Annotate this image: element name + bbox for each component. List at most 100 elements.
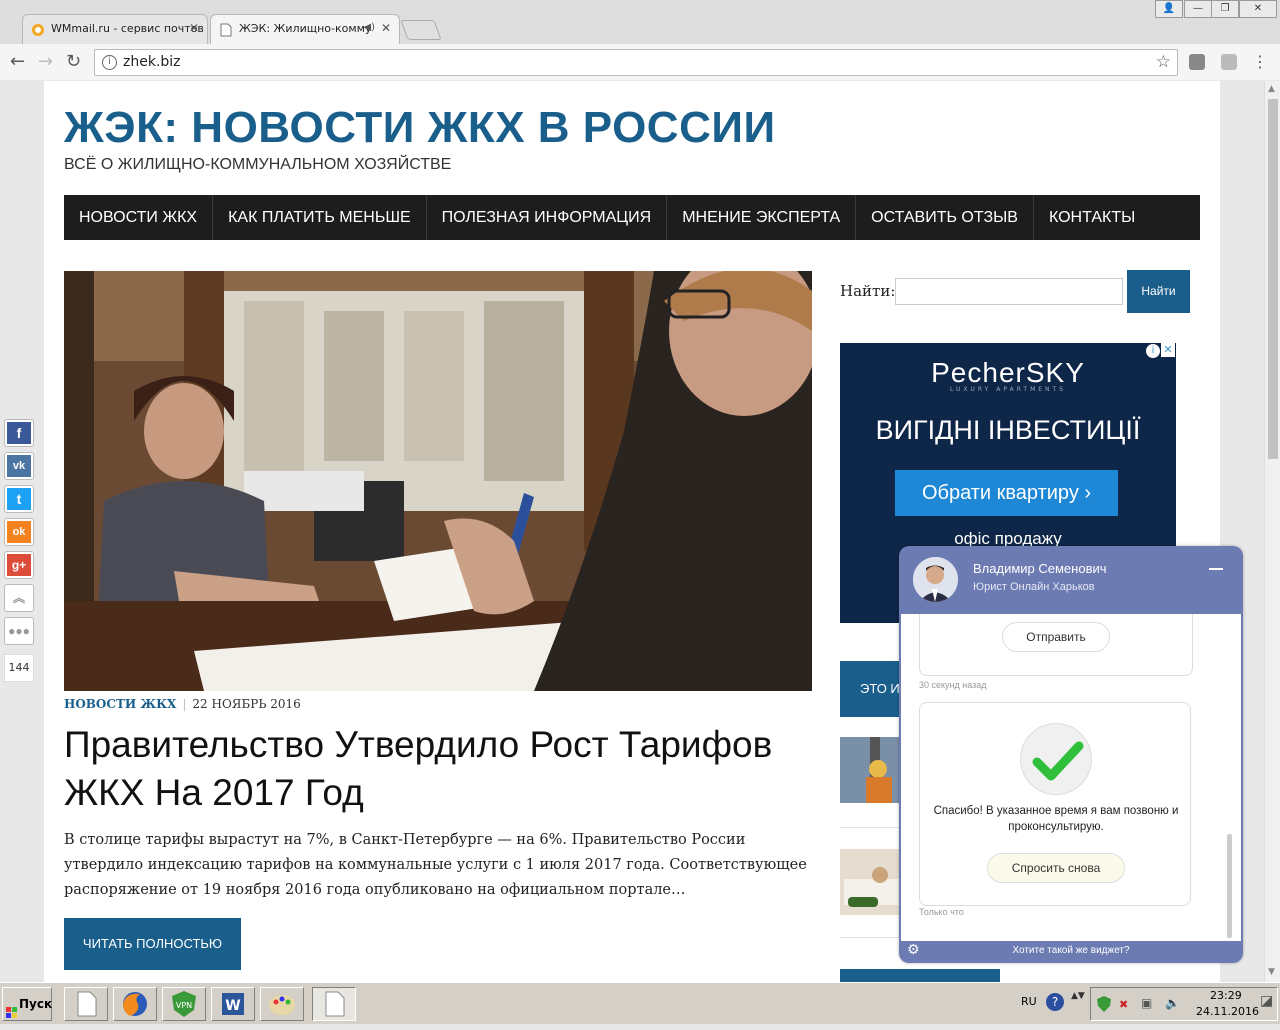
taskbar-firefox-icon[interactable]: [113, 987, 157, 1021]
nav-item-expert[interactable]: МНЕНИЕ ЭКСПЕРТА: [667, 195, 857, 240]
ask-again-button[interactable]: Спросить снова: [987, 853, 1125, 883]
close-tab-icon[interactable]: ✕: [189, 21, 199, 35]
chat-scrollbar[interactable]: [1227, 834, 1232, 938]
shield-icon[interactable]: [1097, 996, 1111, 1012]
sidebar-post-thumbnail[interactable]: [840, 849, 902, 915]
bookmark-star-icon[interactable]: ☆: [1156, 52, 1171, 72]
nav-item-pay-less[interactable]: КАК ПЛАТИТЬ МЕНЬШЕ: [213, 195, 427, 240]
search-label: Найти:: [840, 282, 896, 300]
show-desktop-icon[interactable]: ◪: [1260, 993, 1273, 1009]
close-window-button[interactable]: ✕: [1239, 0, 1277, 18]
share-vk-button[interactable]: vk: [4, 452, 34, 480]
extension-icon[interactable]: [1221, 54, 1237, 70]
clock-time[interactable]: 23:29: [1210, 989, 1242, 1002]
svg-text:W: W: [225, 998, 240, 1014]
menu-icon[interactable]: ⋮: [1252, 52, 1268, 72]
share-scroll-top-button[interactable]: ︽: [4, 584, 34, 612]
share-count: 144: [4, 654, 34, 682]
chat-header[interactable]: Владимир Семенович Юрист Онлайн Харьков: [899, 546, 1243, 614]
ad-headline: ВИГІДНІ ІНВЕСТИЦІЇ: [875, 415, 1141, 445]
chat-footer: ⚙ Хотите такой же виджет?: [899, 941, 1243, 963]
search-button[interactable]: Найти: [1127, 270, 1190, 313]
vk-icon: vk: [7, 455, 31, 477]
chat-widget: Владимир Семенович Юрист Онлайн Харьков …: [899, 546, 1243, 963]
agent-role: Юрист Онлайн Харьков: [973, 581, 1095, 593]
sidebar-section-header: [840, 969, 1000, 982]
read-more-button[interactable]: ЧИТАТЬ ПОЛНОСТЬЮ: [64, 918, 241, 970]
clock-date[interactable]: 24.11.2016: [1196, 1005, 1259, 1018]
ad-close-icon[interactable]: ✕: [1161, 343, 1175, 357]
browser-toolbar: ← → ↻ i zhek.biz ☆ ⋮: [0, 44, 1280, 80]
share-more-button[interactable]: ●●●: [4, 617, 34, 645]
tab-wmmail[interactable]: WMmail.ru - сервис почтов ✕: [22, 14, 208, 44]
volume-icon[interactable]: 🔈: [1165, 996, 1180, 1010]
send-button[interactable]: Отправить: [1002, 622, 1110, 652]
user-icon[interactable]: 👤: [1155, 0, 1183, 18]
taskbar-active-document-icon[interactable]: [312, 987, 356, 1021]
network-error-icon[interactable]: ✖: [1119, 998, 1128, 1011]
ad-cta-button[interactable]: Обрати квартиру ›: [895, 470, 1118, 516]
google-plus-icon: g+: [7, 554, 31, 576]
nav-item-news[interactable]: НОВОСТИ ЖКХ: [64, 195, 214, 240]
share-odnoklassniki-button[interactable]: ok: [4, 518, 34, 546]
post-image[interactable]: [64, 271, 812, 691]
search-input[interactable]: [895, 278, 1123, 305]
tab-label: ЖЭК: Жилищно-комму: [239, 22, 372, 35]
minimize-chat-icon[interactable]: [1209, 568, 1223, 570]
nav-item-contacts[interactable]: КОНТАКТЫ: [1034, 195, 1150, 240]
message-timestamp: Только что: [919, 907, 964, 917]
widget-promo-link[interactable]: Хотите такой же виджет?: [899, 945, 1243, 956]
network-icon[interactable]: ▣: [1141, 996, 1152, 1010]
nav-item-useful-info[interactable]: ПОЛЕЗНАЯ ИНФОРМАЦИЯ: [427, 195, 668, 240]
post-title[interactable]: Правительство Утвердило Рост Тарифов ЖКХ…: [64, 721, 812, 817]
post-category[interactable]: НОВОСТИ ЖКХ: [64, 697, 176, 711]
share-facebook-button[interactable]: f: [4, 419, 34, 447]
tray-expand-icon[interactable]: ▲▼: [1071, 991, 1085, 1001]
minimize-window-button[interactable]: —: [1184, 0, 1212, 18]
success-check-icon: [1020, 723, 1092, 795]
svg-text:VPN: VPN: [176, 1001, 192, 1010]
start-button[interactable]: Пуск: [2, 987, 52, 1021]
tab-label: WMmail.ru - сервис почтов: [51, 22, 204, 35]
share-google-plus-button[interactable]: g+: [4, 551, 34, 579]
odnoklassniki-icon: ok: [7, 521, 31, 543]
taskbar-vpn-icon[interactable]: VPN: [162, 987, 206, 1021]
tab-strip: WMmail.ru - сервис почтов ✕ ЖЭК: Жилищно…: [0, 0, 1280, 44]
chat-message-bubble: Отправить: [919, 614, 1193, 676]
nav-item-feedback[interactable]: ОСТАВИТЬ ОТЗЫВ: [856, 195, 1034, 240]
close-tab-icon[interactable]: ✕: [381, 21, 391, 35]
start-label: Пуск: [19, 997, 53, 1011]
address-bar[interactable]: i zhek.biz ☆: [94, 49, 1178, 76]
scroll-up-icon[interactable]: ▲: [1268, 84, 1275, 94]
speaker-icon[interactable]: ◀): [363, 22, 375, 33]
forward-icon[interactable]: →: [38, 52, 53, 72]
windows-logo-icon: [6, 998, 17, 1018]
maximize-window-button[interactable]: ❐: [1211, 0, 1239, 18]
site-subtitle: ВСЁ О ЖИЛИЩНО-КОММУНАЛЬНОМ ХОЗЯЙСТВЕ: [64, 156, 452, 173]
extension-icon[interactable]: [1189, 54, 1205, 70]
ad-brand: PecherSKY: [931, 357, 1085, 388]
url-text: zhek.biz: [123, 54, 181, 70]
message-timestamp: 30 секунд назад: [919, 680, 987, 690]
page-scrollbar[interactable]: ▲ ▼: [1264, 81, 1280, 982]
share-twitter-button[interactable]: t: [4, 485, 34, 513]
reload-icon[interactable]: ↻: [66, 52, 81, 72]
taskbar-paint-icon[interactable]: [260, 987, 304, 1021]
taskbar-document-icon[interactable]: [64, 987, 108, 1021]
tab-zhek[interactable]: ЖЭК: Жилищно-комму ◀) ✕: [210, 14, 400, 44]
new-tab-button[interactable]: [400, 20, 442, 40]
post-excerpt: В столице тарифы вырастут на 7%, в Санкт…: [64, 832, 807, 898]
info-icon[interactable]: i: [102, 55, 117, 70]
chat-message-bubble: Спасибо! В указанное время я вам позвоню…: [919, 702, 1191, 906]
twitter-icon: t: [7, 488, 31, 510]
scrollbar-thumb[interactable]: [1268, 99, 1278, 459]
back-icon[interactable]: ←: [10, 52, 25, 72]
help-icon[interactable]: ?: [1046, 993, 1064, 1011]
ad-info-icon[interactable]: i: [1146, 344, 1160, 358]
sidebar-post-thumbnail[interactable]: [840, 737, 902, 803]
scroll-down-icon[interactable]: ▼: [1268, 967, 1275, 977]
double-chevron-up-icon: ︽: [12, 591, 25, 605]
taskbar-word-icon[interactable]: W: [211, 987, 255, 1021]
language-indicator[interactable]: RU: [1021, 995, 1037, 1008]
site-title[interactable]: ЖЭК: НОВОСТИ ЖКХ В РОССИИ: [64, 103, 776, 153]
